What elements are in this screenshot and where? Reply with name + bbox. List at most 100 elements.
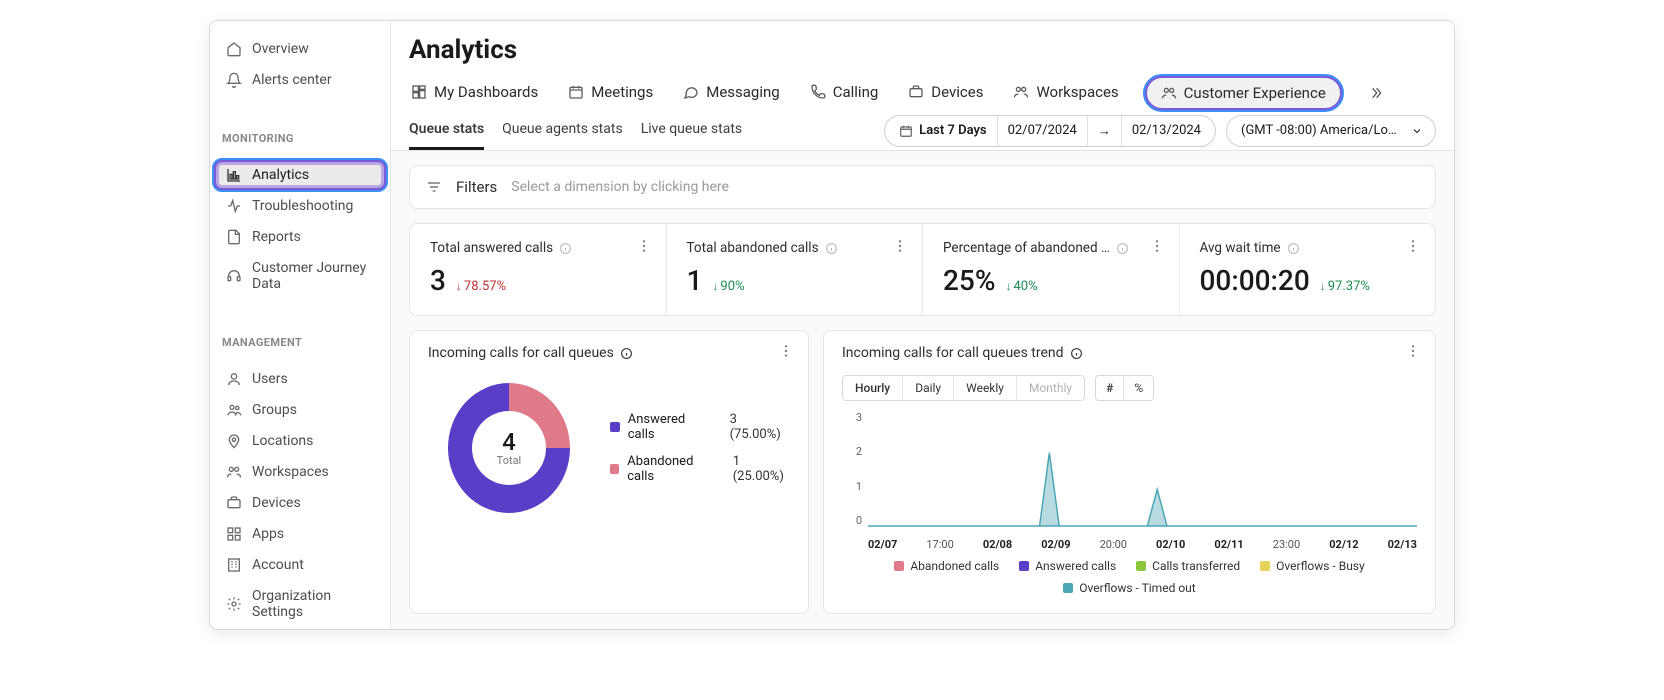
- swatch-icon: [1019, 561, 1029, 571]
- sidebar-item-label: Analytics: [252, 167, 309, 183]
- document-icon: [226, 229, 242, 245]
- tab-customer-experience[interactable]: Customer Experience: [1147, 78, 1340, 108]
- date-range-picker[interactable]: Last 7 Days 02/07/2024 → 02/13/2024: [884, 115, 1216, 147]
- plot-area: [868, 415, 1417, 527]
- info-icon[interactable]: [1070, 347, 1083, 360]
- sidebar-item-label: Groups: [252, 402, 297, 418]
- kpi-total-answered-calls: Total answered calls 3 ↓78.57%: [410, 224, 667, 315]
- sidebar-item-locations[interactable]: Locations: [214, 426, 386, 456]
- kpi-delta: ↓78.57%: [456, 279, 506, 294]
- seg-daily[interactable]: Daily: [903, 376, 954, 400]
- date-to: 02/13/2024: [1132, 123, 1201, 138]
- date-from: 02/07/2024: [1008, 123, 1077, 138]
- seg-percent[interactable]: %: [1124, 376, 1153, 400]
- kebab-icon[interactable]: [1405, 343, 1421, 359]
- arrow-down-icon: ↓: [712, 279, 718, 293]
- sidebar-item-customer-journey[interactable]: Customer Journey Data: [214, 253, 386, 299]
- kpi-avg-wait-time: Avg wait time 00:00:20 ↓97.37%: [1180, 224, 1436, 315]
- sidebar-top: Overview Alerts center: [210, 27, 390, 102]
- sidebar-item-label: Organization Settings: [252, 588, 374, 620]
- legend-label: Answered calls: [1035, 559, 1116, 573]
- cards-row: Incoming calls for call queues 4 Total: [409, 330, 1436, 614]
- content: Filters Select a dimension by clicking h…: [391, 151, 1454, 629]
- users-icon: [226, 402, 242, 418]
- kebab-icon[interactable]: [778, 343, 794, 359]
- bar-chart-icon: [226, 167, 242, 183]
- trend-legend: Abandoned calls Answered calls Calls tra…: [842, 559, 1417, 595]
- kebab-icon[interactable]: [1149, 238, 1165, 254]
- seg-weekly[interactable]: Weekly: [954, 376, 1017, 400]
- sidebar-item-overview[interactable]: Overview: [214, 34, 386, 64]
- sidebar-item-organization-settings[interactable]: Organization Settings: [214, 581, 386, 627]
- y-tick: 3: [842, 411, 862, 424]
- sub-tab-live-queue-stats[interactable]: Live queue stats: [641, 111, 742, 150]
- tab-messaging[interactable]: Messaging: [681, 75, 781, 111]
- x-tick: 02/08: [983, 538, 1012, 551]
- y-tick: 1: [842, 480, 862, 493]
- sidebar-item-label: Locations: [252, 433, 313, 449]
- kpi-total-abandoned-calls: Total abandoned calls 1 ↓90%: [667, 224, 924, 315]
- calendar-icon: [568, 84, 584, 100]
- kpi-title: Percentage of abandoned …: [943, 240, 1110, 256]
- info-icon[interactable]: [1287, 242, 1300, 255]
- sidebar-item-troubleshooting[interactable]: Troubleshooting: [214, 191, 386, 221]
- sidebar-item-groups[interactable]: Groups: [214, 395, 386, 425]
- arrow-down-icon: ↓: [456, 279, 462, 293]
- donut-ring: 4 Total: [448, 383, 570, 513]
- sidebar-item-label: Troubleshooting: [252, 198, 353, 214]
- legend-item: Calls transferred: [1136, 559, 1240, 573]
- legend-label: Answered calls: [628, 412, 714, 442]
- donut-chart: 4 Total Answered calls 3 (75.00%): [428, 383, 790, 513]
- info-icon[interactable]: [559, 242, 572, 255]
- tab-my-dashboards[interactable]: My Dashboards: [409, 75, 540, 111]
- tab-devices[interactable]: Devices: [906, 75, 985, 111]
- tab-calling[interactable]: Calling: [808, 75, 881, 111]
- people-icon: [1161, 85, 1177, 101]
- seg-monthly: Monthly: [1017, 376, 1084, 400]
- legend-label: Overflows - Timed out: [1079, 581, 1195, 595]
- sidebar-item-analytics[interactable]: Analytics: [214, 160, 386, 190]
- sidebar-item-workspaces[interactable]: Workspaces: [214, 457, 386, 487]
- y-axis: 3 2 1 0: [842, 411, 862, 527]
- time-granularity-toggle: Hourly Daily Weekly Monthly: [842, 375, 1085, 401]
- kebab-icon[interactable]: [636, 238, 652, 254]
- sidebar-item-devices[interactable]: Devices: [214, 488, 386, 518]
- sidebar-item-apps[interactable]: Apps: [214, 519, 386, 549]
- kebab-icon[interactable]: [1405, 238, 1421, 254]
- sidebar-item-alerts-center[interactable]: Alerts center: [214, 65, 386, 95]
- sidebar-item-label: Alerts center: [252, 72, 332, 88]
- info-icon[interactable]: [620, 347, 633, 360]
- sidebar: Overview Alerts center MONITORING Analyt…: [210, 21, 391, 629]
- people-icon: [1013, 84, 1029, 100]
- arrow-down-icon: ↓: [1005, 279, 1011, 293]
- timezone-select[interactable]: (GMT -08:00) America/Los …: [1226, 115, 1436, 147]
- tabs-overflow-icon[interactable]: [1368, 85, 1384, 101]
- calendar-icon: [899, 124, 913, 138]
- gear-icon: [226, 596, 242, 612]
- legend-item: Answered calls 3 (75.00%): [610, 412, 790, 442]
- app-window: Overview Alerts center MONITORING Analyt…: [209, 20, 1455, 630]
- tab-meetings[interactable]: Meetings: [566, 75, 655, 111]
- filters-bar[interactable]: Filters Select a dimension by clicking h…: [409, 165, 1436, 209]
- sidebar-item-users[interactable]: Users: [214, 364, 386, 394]
- x-tick: 02/12: [1329, 538, 1358, 551]
- info-icon[interactable]: [825, 242, 838, 255]
- tab-workspaces[interactable]: Workspaces: [1011, 75, 1120, 111]
- seg-hourly[interactable]: Hourly: [843, 376, 903, 400]
- sidebar-item-label: Apps: [252, 526, 284, 542]
- legend-item: Answered calls: [1019, 559, 1116, 573]
- card-title: Incoming calls for call queues: [428, 345, 614, 361]
- sub-tab-queue-stats[interactable]: Queue stats: [409, 111, 484, 150]
- kpi-delta: ↓90%: [712, 279, 744, 294]
- sub-tab-queue-agents-stats[interactable]: Queue agents stats: [502, 111, 623, 150]
- donut-total-value: 4: [497, 430, 522, 454]
- tab-label: Calling: [833, 83, 879, 101]
- kpi-value: 00:00:20: [1200, 264, 1310, 297]
- sidebar-item-account[interactable]: Account: [214, 550, 386, 580]
- sidebar-item-reports[interactable]: Reports: [214, 222, 386, 252]
- seg-count[interactable]: #: [1096, 376, 1124, 400]
- legend-item: Overflows - Timed out: [1063, 581, 1195, 595]
- kpi-title: Total answered calls: [430, 240, 553, 256]
- kebab-icon[interactable]: [892, 238, 908, 254]
- info-icon[interactable]: [1116, 242, 1129, 255]
